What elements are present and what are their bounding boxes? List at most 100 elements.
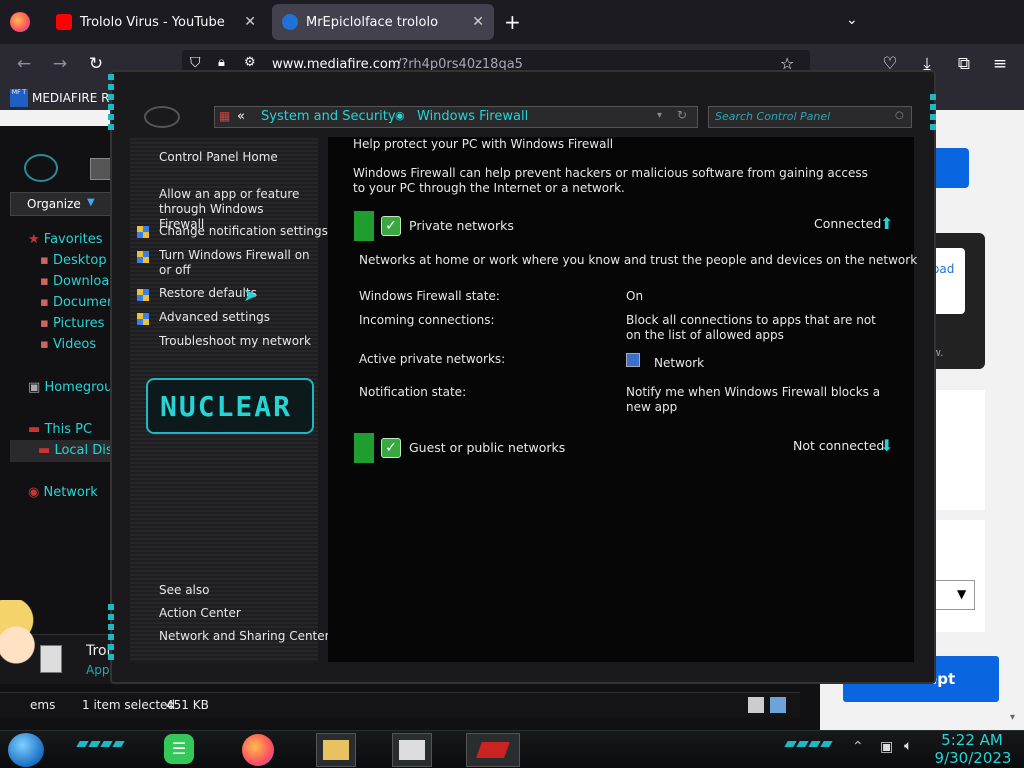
volume-icon[interactable]: 🔈︎: [904, 738, 912, 754]
extensions-icon[interactable]: ⧉: [950, 50, 978, 78]
close-tab-icon[interactable]: ✕: [244, 14, 256, 30]
public-networks-title[interactable]: Guest or public networks: [409, 440, 565, 455]
taskbar-accent: [76, 741, 125, 747]
permissions-icon[interactable]: ⚙: [244, 55, 256, 70]
nav-homegroup[interactable]: ▣ Homegroup: [28, 380, 121, 395]
firewall-state-label: Windows Firewall state:: [359, 289, 500, 303]
control-panel-home-link[interactable]: Control Panel Home: [159, 150, 278, 165]
firefox-taskbar-icon[interactable]: [242, 734, 274, 766]
new-tab-icon[interactable]: +: [504, 10, 521, 34]
browser-tab-bar: Trololo Virus - YouTube ✕ MrEpiclolface …: [0, 0, 1024, 44]
search-input[interactable]: Search Control Panel: [715, 110, 830, 123]
expand-down-icon[interactable]: ⬇: [880, 436, 893, 455]
tab-mediafire[interactable]: MrEpiclolface trololo ✕: [272, 4, 494, 40]
nav-documents[interactable]: ▪ Documen: [40, 295, 115, 310]
status-item-count: ems: [30, 698, 56, 712]
action-center-link[interactable]: Action Center: [159, 606, 241, 621]
desktop-icon: ▪: [40, 253, 49, 268]
nav-network[interactable]: ◉ Network: [28, 485, 98, 500]
tab-youtube[interactable]: Trololo Virus - YouTube ✕: [46, 4, 266, 40]
website-select[interactable]: ▼: [930, 580, 975, 610]
scroll-down-icon[interactable]: ▾: [1010, 712, 1015, 723]
pictures-icon: ▪: [40, 316, 49, 331]
back-icon[interactable]: ←: [10, 50, 38, 78]
advanced-settings-link[interactable]: Advanced settings: [159, 310, 270, 325]
app-icon: [476, 742, 510, 758]
private-description: Networks at home or work where you know …: [359, 253, 918, 267]
see-also-heading: See also: [159, 583, 210, 597]
troubleshoot-link[interactable]: Troubleshoot my network: [159, 334, 311, 349]
network-tray-icon[interactable]: ▣: [880, 739, 893, 755]
incoming-value: Block all connections to apps that are n…: [626, 313, 876, 342]
address-bar[interactable]: ▦ « System and Security ◉ Windows Firewa…: [214, 106, 698, 128]
change-notification-link[interactable]: Change notification settings: [159, 224, 328, 239]
nav-videos[interactable]: ▪ Videos: [40, 337, 96, 352]
frame-accent: [108, 70, 114, 130]
search-icon[interactable]: ○: [895, 110, 904, 121]
uac-shield-icon: [137, 226, 149, 238]
menu-icon[interactable]: ≡: [986, 50, 1014, 78]
clock-time[interactable]: 5:22 AM: [941, 731, 1003, 749]
breadcrumb-arrow-icon[interactable]: ◉: [395, 109, 405, 122]
nav-local-disk[interactable]: ▬ Local Dis: [38, 443, 113, 458]
mediafire-bookmark-icon: MF T: [10, 89, 28, 107]
control-panel-taskbar-button[interactable]: [392, 733, 432, 767]
lock-icon[interactable]: 🔒︎: [218, 55, 225, 70]
search-control-panel[interactable]: Search Control Panel ○: [708, 106, 912, 128]
turn-on-off-link[interactable]: Turn Windows Firewall on or off: [159, 248, 315, 278]
firewall-check-shield-icon: ✓: [381, 438, 401, 458]
address-dropdown-icon[interactable]: ▾: [657, 110, 662, 121]
refresh-icon[interactable]: ↻: [677, 108, 687, 122]
large-icons-view-icon[interactable]: [770, 697, 786, 713]
breadcrumb-windows-firewall[interactable]: Windows Firewall: [417, 109, 528, 124]
main-description: Windows Firewall can help prevent hacker…: [353, 166, 868, 195]
frame-accent: [930, 90, 936, 130]
public-status-bar: [354, 433, 374, 463]
uac-shield-icon: [137, 251, 149, 263]
forward-icon[interactable]: →: [46, 50, 74, 78]
details-view-icon[interactable]: [748, 697, 764, 713]
control-panel-icon: ▦: [219, 109, 231, 123]
private-networks-title[interactable]: Private networks: [409, 218, 514, 233]
download-icon: ▪: [40, 274, 49, 289]
firewall-state-value: On: [626, 289, 644, 303]
firewall-check-shield-icon: ✓: [381, 216, 401, 236]
active-networks-label: Active private networks:: [359, 352, 506, 366]
reload-icon[interactable]: ↻: [82, 50, 110, 78]
notes-app-icon[interactable]: ☰: [164, 734, 194, 764]
organize-button[interactable]: Organize ▼: [10, 192, 114, 216]
clock-date[interactable]: 9/30/2023: [934, 749, 1012, 767]
document-icon: ▪: [40, 295, 49, 310]
explorer-taskbar-button[interactable]: [316, 733, 356, 767]
breadcrumb-system-security[interactable]: System and Security: [261, 109, 396, 124]
network-sharing-link[interactable]: Network and Sharing Center: [159, 629, 330, 644]
back-forward-orb-icon[interactable]: [144, 106, 180, 128]
show-hidden-icons-icon[interactable]: ⌃: [852, 739, 864, 755]
file-name: Trol: [86, 643, 111, 659]
bookmark-item[interactable]: MEDIAFIRE RO: [32, 91, 119, 105]
nav-pictures[interactable]: ▪ Pictures: [40, 316, 104, 331]
tab-title: Trololo Virus - YouTube: [80, 14, 225, 30]
private-status-bar: [354, 211, 374, 241]
nav-orb-icon[interactable]: [24, 154, 58, 182]
nav-desktop[interactable]: ▪ Desktop: [40, 253, 107, 268]
app-taskbar-button[interactable]: [466, 733, 520, 767]
firefox-icon[interactable]: [10, 12, 30, 32]
shield-tracking-icon[interactable]: ⛉: [190, 55, 201, 71]
nav-favorites[interactable]: ★ Favorites: [28, 232, 103, 247]
status-selected: 1 item selected: [82, 698, 176, 712]
mediafire-icon: [282, 14, 298, 30]
list-tabs-icon[interactable]: ⌄: [846, 12, 858, 28]
main-heading: Help protect your PC with Windows Firewa…: [353, 137, 614, 151]
private-status: Connected: [814, 216, 882, 231]
folder-icon: [90, 158, 112, 180]
window-icon: [399, 740, 425, 760]
collapse-up-icon[interactable]: ⬆: [880, 214, 893, 233]
nav-downloads[interactable]: ▪ Downloa: [40, 274, 109, 289]
network-icon: ◉: [28, 485, 40, 500]
start-orb-icon[interactable]: [8, 733, 44, 767]
breadcrumb-separator: «: [237, 109, 245, 124]
close-tab-icon[interactable]: ✕: [472, 14, 484, 30]
nav-this-pc[interactable]: ▬ This PC: [28, 422, 92, 437]
drive-icon: ▬: [38, 443, 51, 458]
